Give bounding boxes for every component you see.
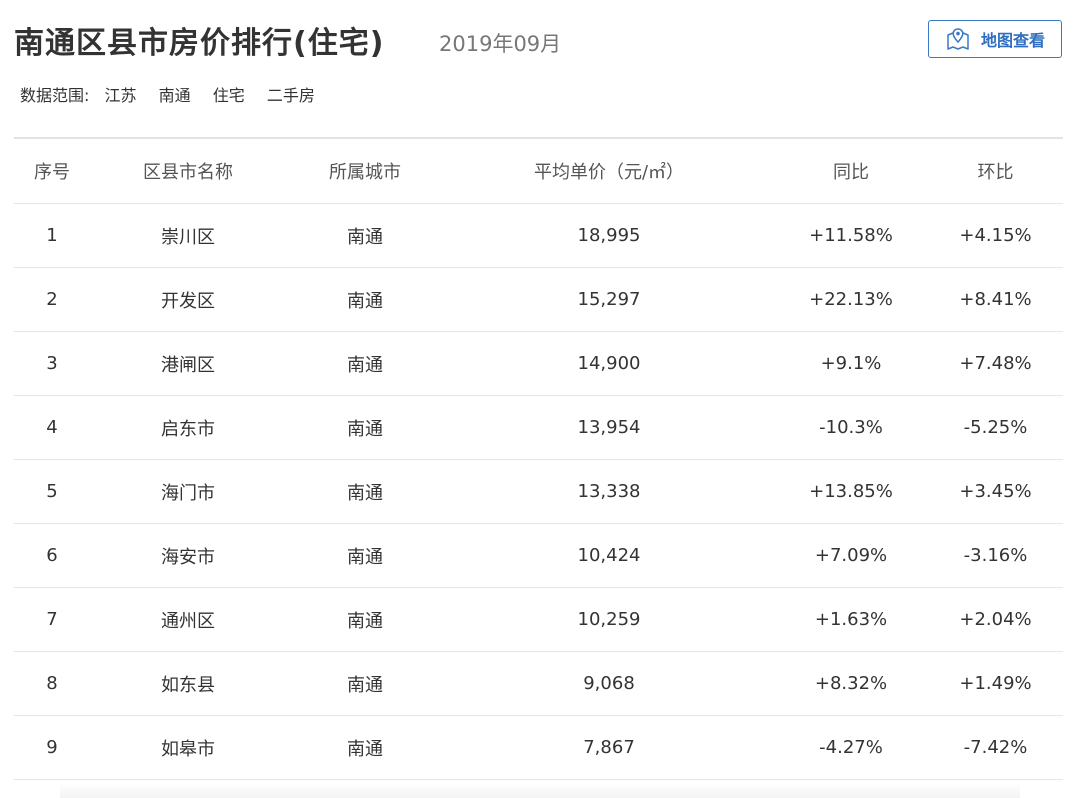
yoy-change-cell: +13.85% [774,459,928,524]
city-cell: 南通 [286,267,444,332]
city-cell: 南通 [286,203,444,268]
map-view-button-label: 地图查看 [980,31,1045,50]
rank-cell: 9 [14,715,90,780]
city-cell: 南通 [286,331,444,396]
yoy-change-cell: -4.27% [774,715,928,780]
avg-price-cell: 15,297 [444,267,774,332]
rank-cell: 6 [14,523,90,588]
avg-price-cell: 13,954 [444,395,774,460]
rank-cell: 1 [14,203,90,268]
yoy-change-cell: +22.13% [774,267,928,332]
map-pin-icon [945,27,971,51]
column-header-district: 区县市名称 [90,138,286,204]
column-header-rank: 序号 [14,138,90,204]
yoy-change-cell: +8.32% [774,651,928,716]
filter-province[interactable]: 江苏 [105,86,137,105]
district-name-cell: 如皋市 [90,715,286,780]
district-name-cell: 开发区 [90,267,286,332]
table-row[interactable]: 7 通州区 南通 10,259 +1.63% +2.04% [14,587,1063,652]
avg-price-cell: 10,424 [444,523,774,588]
district-name-cell: 海门市 [90,459,286,524]
yoy-change-cell: +11.58% [774,203,928,268]
price-ranking-table-container: 序号 区县市名称 所属城市 平均单价（元/㎡） 同比 环比 1 崇川区 南通 18,9… [14,137,1063,780]
district-name-cell: 港闸区 [90,331,286,396]
column-header-city: 所属城市 [286,138,444,204]
data-scope-label: 数据范围: [20,86,90,105]
mom-change-cell: +4.15% [928,203,1063,268]
column-header-mom: 环比 [928,138,1063,204]
mom-change-cell: +1.49% [928,651,1063,716]
table-body: 1 崇川区 南通 18,995 +11.58% +4.15% 2 开发区 南通 15,297 +22… [14,203,1063,780]
table-row[interactable]: 5 海门市 南通 13,338 +13.85% +3.45% [14,459,1063,524]
bottom-shadow [60,784,1020,798]
mom-change-cell: +7.48% [928,331,1063,396]
table-header-row: 序号 区县市名称 所属城市 平均单价（元/㎡） 同比 环比 [14,138,1063,204]
city-cell: 南通 [286,459,444,524]
city-cell: 南通 [286,715,444,780]
avg-price-cell: 10,259 [444,587,774,652]
yoy-change-cell: +1.63% [774,587,928,652]
district-name-cell: 通州区 [90,587,286,652]
filter-property-type[interactable]: 住宅 [213,86,245,105]
mom-change-cell: -7.42% [928,715,1063,780]
yoy-change-cell: +7.09% [774,523,928,588]
table-row[interactable]: 9 如皋市 南通 7,867 -4.27% -7.42% [14,715,1063,780]
avg-price-cell: 9,068 [444,651,774,716]
report-date: 2019年09月 [439,32,562,56]
page-header: 南通区县市房价排行(住宅) 2019年09月 地图查看 [14,14,1062,74]
yoy-change-cell: -10.3% [774,395,928,460]
data-scope-filters: 数据范围: 江苏 南通 住宅 二手房 [20,82,332,106]
filter-city[interactable]: 南通 [159,86,191,105]
avg-price-cell: 13,338 [444,459,774,524]
yoy-change-cell: +9.1% [774,331,928,396]
page-title: 南通区县市房价排行(住宅) [14,26,385,61]
district-name-cell: 启东市 [90,395,286,460]
table-row[interactable]: 1 崇川区 南通 18,995 +11.58% +4.15% [14,203,1063,268]
mom-change-cell: +2.04% [928,587,1063,652]
district-name-cell: 海安市 [90,523,286,588]
city-cell: 南通 [286,587,444,652]
district-name-cell: 崇川区 [90,203,286,268]
mom-change-cell: -3.16% [928,523,1063,588]
map-view-button[interactable]: 地图查看 [928,20,1062,58]
rank-cell: 4 [14,395,90,460]
rank-cell: 7 [14,587,90,652]
table-row[interactable]: 2 开发区 南通 15,297 +22.13% +8.41% [14,267,1063,332]
city-cell: 南通 [286,651,444,716]
mom-change-cell: +8.41% [928,267,1063,332]
table-row[interactable]: 6 海安市 南通 10,424 +7.09% -3.16% [14,523,1063,588]
table-row[interactable]: 8 如东县 南通 9,068 +8.32% +1.49% [14,651,1063,716]
rank-cell: 2 [14,267,90,332]
table-row[interactable]: 4 启东市 南通 13,954 -10.3% -5.25% [14,395,1063,460]
filter-market-type[interactable]: 二手房 [267,86,315,105]
price-ranking-table: 序号 区县市名称 所属城市 平均单价（元/㎡） 同比 环比 1 崇川区 南通 18,9… [14,137,1063,780]
district-name-cell: 如东县 [90,651,286,716]
rank-cell: 3 [14,331,90,396]
column-header-avg-price: 平均单价（元/㎡） [444,138,774,204]
mom-change-cell: +3.45% [928,459,1063,524]
mom-change-cell: -5.25% [928,395,1063,460]
table-row[interactable]: 3 港闸区 南通 14,900 +9.1% +7.48% [14,331,1063,396]
rank-cell: 8 [14,651,90,716]
rank-cell: 5 [14,459,90,524]
column-header-yoy: 同比 [774,138,928,204]
avg-price-cell: 18,995 [444,203,774,268]
city-cell: 南通 [286,395,444,460]
city-cell: 南通 [286,523,444,588]
avg-price-cell: 7,867 [444,715,774,780]
avg-price-cell: 14,900 [444,331,774,396]
